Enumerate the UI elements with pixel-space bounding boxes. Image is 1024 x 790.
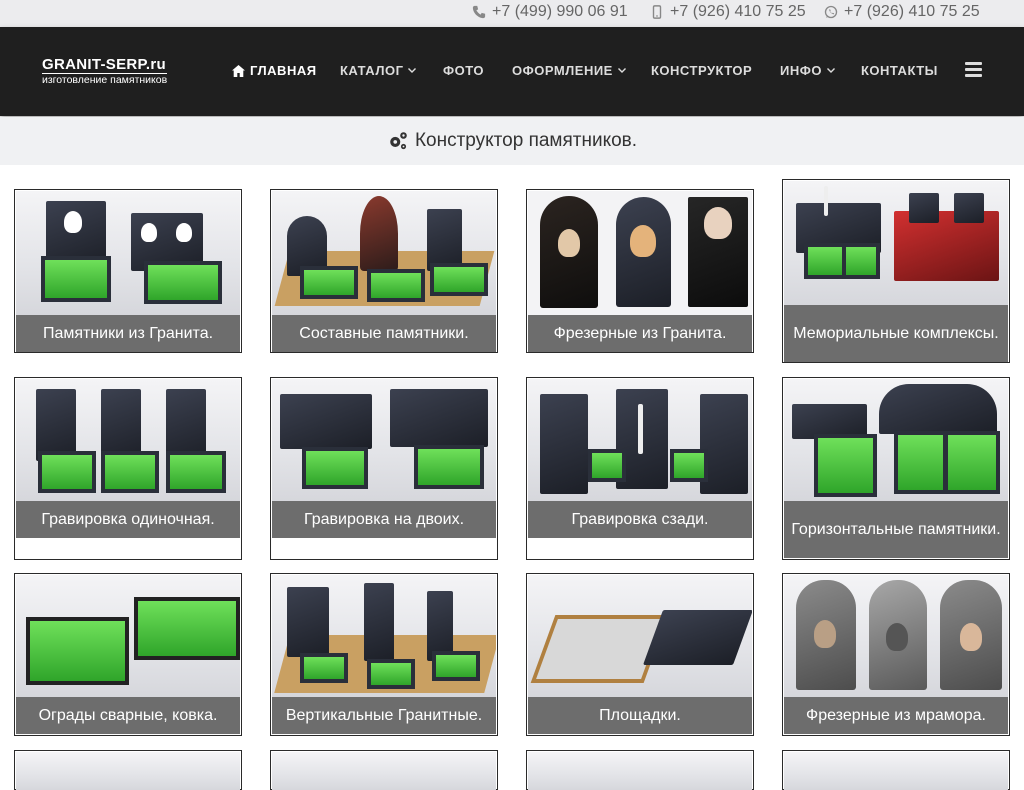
monument-image xyxy=(784,752,1008,790)
mobile-number: +7 (926) 410 75 25 xyxy=(670,3,806,20)
card-caption: Ограды сварные, ковка. xyxy=(16,697,240,734)
catalog-card[interactable]: Горизонтальные памятники. xyxy=(782,377,1010,560)
main-navbar: GRANIT-SERP.ru изготовление памятников Г… xyxy=(0,27,1024,116)
card-caption: Горизонтальные памятники. xyxy=(784,501,1008,558)
catalog-card[interactable]: Вертикальные Гранитные. xyxy=(270,573,498,736)
monument-image xyxy=(16,379,240,501)
contact-mobile[interactable]: +7 (926) 410 75 25 xyxy=(650,3,806,21)
monument-image xyxy=(16,575,240,697)
catalog-card[interactable]: Фрезерные из Гранита. xyxy=(526,189,754,353)
card-caption: Памятники из Гранита. xyxy=(16,315,240,352)
monument-image xyxy=(272,575,496,697)
whatsapp-icon xyxy=(824,5,838,19)
card-caption: Фрезерные из Гранита. xyxy=(528,315,752,352)
contact-bar: +7 (499) 990 06 91 +7 (926) 410 75 25 +7… xyxy=(0,0,1024,27)
mobile-icon xyxy=(652,5,662,19)
monument-image xyxy=(528,379,752,501)
monument-image xyxy=(528,575,752,697)
nav-item-label: ОФОРМЛЕНИЕ xyxy=(512,63,613,78)
chevron-down-icon xyxy=(408,67,417,73)
site-logo[interactable]: GRANIT-SERP.ru изготовление памятников xyxy=(42,56,168,86)
nav-item-catalog[interactable]: КАТАЛОГ xyxy=(340,63,417,78)
card-caption: Составные памятники. xyxy=(272,315,496,352)
logo-title: GRANIT-SERP.ru xyxy=(42,56,166,73)
whatsapp-number: +7 (926) 410 75 25 xyxy=(844,3,980,20)
page-heading: Конструктор памятников. xyxy=(0,117,1024,165)
nav-item-constructor[interactable]: КОНСТРУКТОР xyxy=(651,63,752,78)
catalog-card[interactable]: Гравировка на двоих. xyxy=(270,377,498,560)
nav-item-photo[interactable]: ФОТО xyxy=(443,63,484,78)
catalog-card[interactable] xyxy=(526,750,754,790)
page-title: Конструктор памятников. xyxy=(414,130,638,151)
contact-phone-1[interactable]: +7 (499) 990 06 91 xyxy=(472,3,628,21)
nav-item-label: КАТАЛОГ xyxy=(340,63,404,78)
nav-item-contacts[interactable]: КОНТАКТЫ xyxy=(861,63,938,78)
monument-image xyxy=(272,752,496,790)
card-caption: Гравировка сзади. xyxy=(528,501,752,538)
catalog-card[interactable]: Составные памятники. xyxy=(270,189,498,353)
catalog-card[interactable]: Ограды сварные, ковка. xyxy=(14,573,242,736)
monument-image xyxy=(784,379,1008,501)
monument-image xyxy=(528,752,752,790)
hamburger-menu-icon[interactable] xyxy=(965,62,982,78)
monument-image xyxy=(272,191,496,315)
monument-image xyxy=(784,575,1008,697)
contact-whatsapp[interactable]: +7 (926) 410 75 25 xyxy=(824,3,980,21)
card-caption: Вертикальные Гранитные. xyxy=(272,697,496,734)
card-caption: Фрезерные из мрамора. xyxy=(784,697,1008,734)
card-caption: Гравировка одиночная. xyxy=(16,501,240,538)
catalog-card[interactable] xyxy=(782,750,1010,790)
catalog-card[interactable] xyxy=(270,750,498,790)
chevron-down-icon xyxy=(617,67,626,73)
card-caption: Гравировка на двоих. xyxy=(272,501,496,538)
phone-icon xyxy=(472,5,486,19)
nav-item-label: ИНФО xyxy=(780,63,822,78)
chevron-down-icon xyxy=(826,67,835,73)
catalog-card[interactable]: Памятники из Гранита. xyxy=(14,189,242,353)
monument-image xyxy=(784,181,1008,305)
card-caption: Мемориальные комплексы. xyxy=(784,305,1008,362)
nav-item-label: КОНТАКТЫ xyxy=(861,63,938,78)
home-icon xyxy=(232,64,245,77)
nav-item-label: КОНСТРУКТОР xyxy=(651,63,753,78)
nav-item-info[interactable]: ИНФО xyxy=(780,63,835,78)
nav-item-home[interactable]: ГЛАВНАЯ xyxy=(232,63,317,78)
nav-item-label: ГЛАВНАЯ xyxy=(250,63,317,78)
nav-item-design[interactable]: ОФОРМЛЕНИЕ xyxy=(512,63,626,78)
monument-image xyxy=(16,752,240,790)
catalog-card[interactable]: Фрезерные из мрамора. xyxy=(782,573,1010,736)
catalog-card[interactable] xyxy=(14,750,242,790)
monument-image xyxy=(528,191,752,315)
nav-item-label: ФОТО xyxy=(443,63,484,78)
monument-image xyxy=(16,191,240,315)
catalog-card[interactable]: Мемориальные комплексы. xyxy=(782,179,1010,363)
catalog-card[interactable]: Площадки. xyxy=(526,573,754,736)
card-caption: Площадки. xyxy=(528,697,752,734)
catalog-card[interactable]: Гравировка сзади. xyxy=(526,377,754,560)
monument-image xyxy=(272,379,496,501)
gears-icon xyxy=(390,132,407,150)
catalog-card[interactable]: Гравировка одиночная. xyxy=(14,377,242,560)
logo-subtitle: изготовление памятников xyxy=(42,73,168,86)
phone-number: +7 (499) 990 06 91 xyxy=(492,3,628,20)
